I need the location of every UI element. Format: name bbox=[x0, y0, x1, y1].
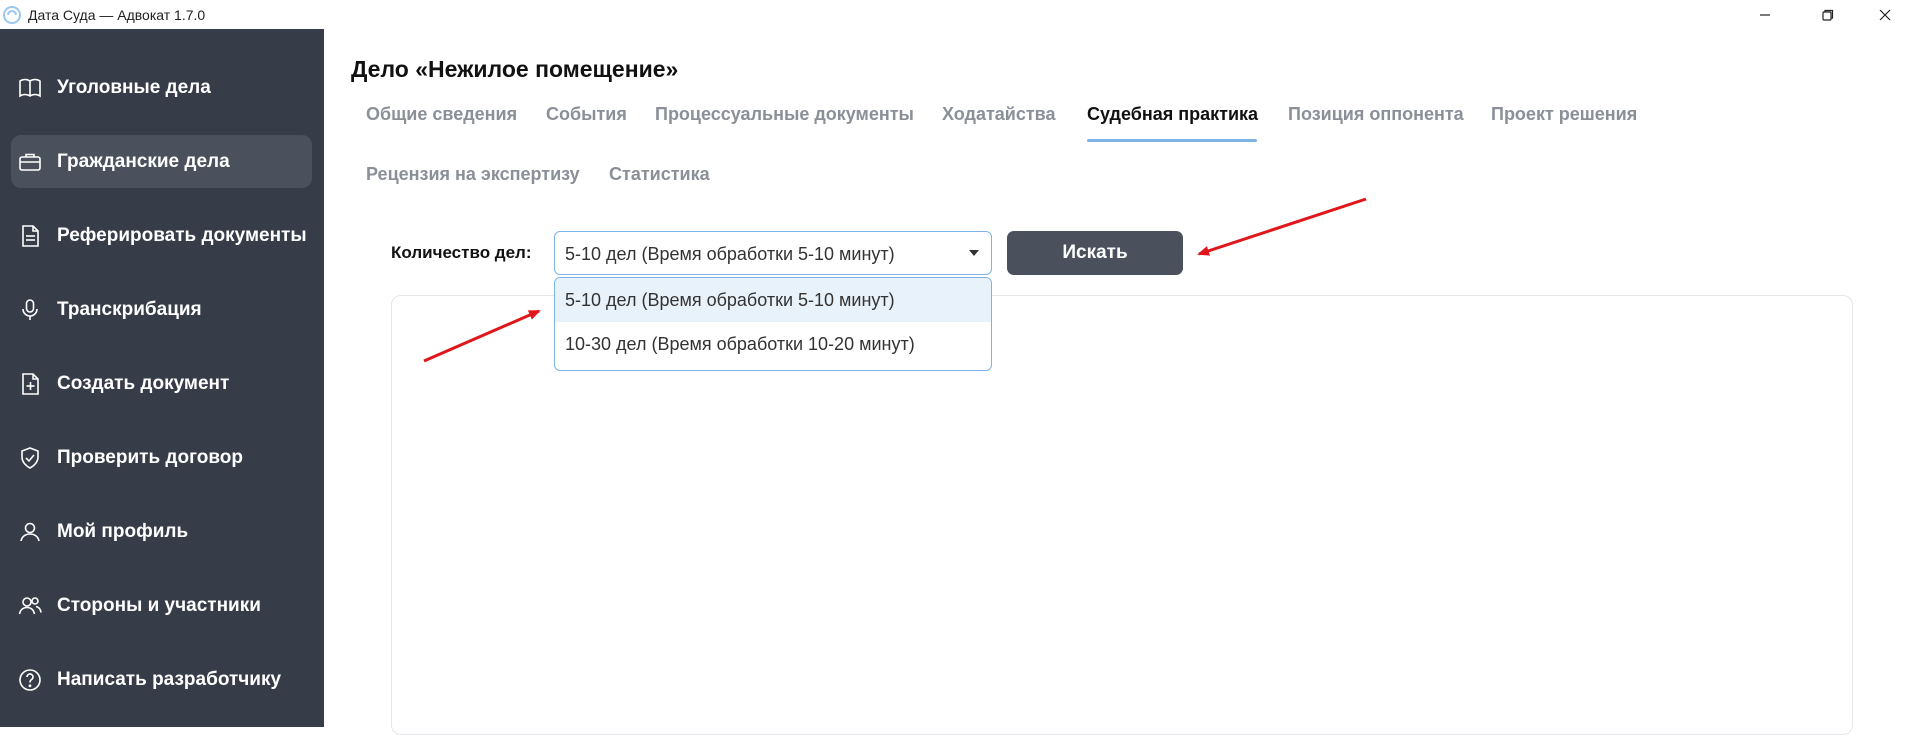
minimize-button[interactable] bbox=[1737, 0, 1793, 29]
sidebar-item-label: Стороны и участники bbox=[57, 594, 261, 616]
minimize-icon bbox=[1760, 13, 1770, 16]
search-button[interactable]: Искать bbox=[1007, 231, 1183, 275]
tab-motions[interactable]: Ходатайства bbox=[942, 104, 1056, 125]
sidebar-item-label: Реферировать документы bbox=[57, 224, 307, 246]
tab-general-info[interactable]: Общие сведения bbox=[366, 104, 517, 125]
sidebar: Уголовные дела Гражданские дела Рефериро… bbox=[0, 29, 324, 727]
tab-draft-decision[interactable]: Проект решения bbox=[1491, 104, 1637, 125]
window-title: Дата Суда — Адвокат 1.7.0 bbox=[28, 7, 206, 23]
shield-check-icon bbox=[21, 447, 39, 469]
tab-statistics[interactable]: Статистика bbox=[609, 164, 710, 185]
sidebar-item-civil-cases[interactable]: Гражданские дела bbox=[11, 135, 312, 188]
users-icon bbox=[18, 597, 42, 615]
restore-icon bbox=[1822, 9, 1834, 21]
sidebar-item-create-document[interactable]: Создать документ bbox=[11, 357, 312, 410]
book-icon bbox=[19, 78, 41, 98]
sidebar-item-label: Гражданские дела bbox=[57, 150, 230, 172]
document-icon bbox=[22, 225, 39, 247]
tab-expert-review[interactable]: Рецензия на экспертизу bbox=[366, 164, 580, 185]
window-titlebar: Дата Суда — Адвокат 1.7.0 bbox=[0, 0, 1913, 29]
active-tab-indicator bbox=[1087, 139, 1257, 142]
dropdown-option-label: 5-10 дел (Время обработки 5-10 минут) bbox=[565, 290, 895, 310]
case-count-select[interactable]: 5-10 дел (Время обработки 5-10 минут) bbox=[554, 231, 992, 275]
tab-opponent-position[interactable]: Позиция оппонента bbox=[1288, 104, 1464, 125]
tab-court-practice[interactable]: Судебная практика bbox=[1087, 104, 1258, 125]
dropdown-option-label: 10-30 дел (Время обработки 10-20 минут) bbox=[565, 334, 915, 354]
dropdown-option[interactable]: 10-30 дел (Время обработки 10-20 минут) bbox=[555, 322, 991, 366]
file-plus-icon bbox=[22, 373, 39, 395]
sidebar-item-label: Транскрибация bbox=[57, 298, 202, 320]
sidebar-item-label: Уголовные дела bbox=[57, 76, 211, 98]
sidebar-item-my-profile[interactable]: Мой профиль bbox=[11, 505, 312, 558]
sidebar-item-check-contract[interactable]: Проверить договор bbox=[11, 431, 312, 484]
sidebar-item-transcription[interactable]: Транскрибация bbox=[11, 283, 312, 336]
sidebar-item-criminal-cases[interactable]: Уголовные дела bbox=[11, 61, 312, 114]
restore-button[interactable] bbox=[1800, 0, 1856, 29]
help-circle-icon bbox=[19, 669, 41, 691]
sidebar-item-summarize-documents[interactable]: Реферировать документы bbox=[11, 209, 312, 262]
case-count-label: Количество дел: bbox=[391, 243, 532, 262]
tab-events[interactable]: События bbox=[546, 104, 627, 125]
case-count-select-value: 5-10 дел (Время обработки 5-10 минут) bbox=[565, 244, 895, 264]
app-logo-icon bbox=[3, 6, 21, 24]
sidebar-item-label: Мой профиль bbox=[57, 520, 189, 542]
main-content: Дело «Нежилое помещение» Общие сведения … bbox=[324, 29, 1913, 735]
case-count-dropdown: 5-10 дел (Время обработки 5-10 минут) 10… bbox=[554, 277, 992, 371]
tab-procedural-documents[interactable]: Процессуальные документы bbox=[655, 104, 914, 125]
sidebar-item-label: Создать документ bbox=[57, 372, 230, 394]
dropdown-option[interactable]: 5-10 дел (Время обработки 5-10 минут) bbox=[555, 278, 991, 322]
chevron-down-icon bbox=[969, 250, 979, 256]
briefcase-icon bbox=[19, 153, 41, 171]
microphone-icon bbox=[22, 299, 38, 320]
close-button[interactable] bbox=[1857, 0, 1913, 29]
sidebar-item-label: Написать разработчику bbox=[57, 668, 282, 690]
sidebar-item-label: Проверить договор bbox=[57, 446, 243, 468]
page-title: Дело «Нежилое помещение» bbox=[351, 56, 679, 82]
user-icon bbox=[20, 522, 40, 542]
close-icon bbox=[1879, 9, 1891, 20]
sidebar-item-contact-developer[interactable]: Написать разработчику bbox=[11, 653, 312, 706]
sidebar-item-parties[interactable]: Стороны и участники bbox=[11, 579, 312, 632]
